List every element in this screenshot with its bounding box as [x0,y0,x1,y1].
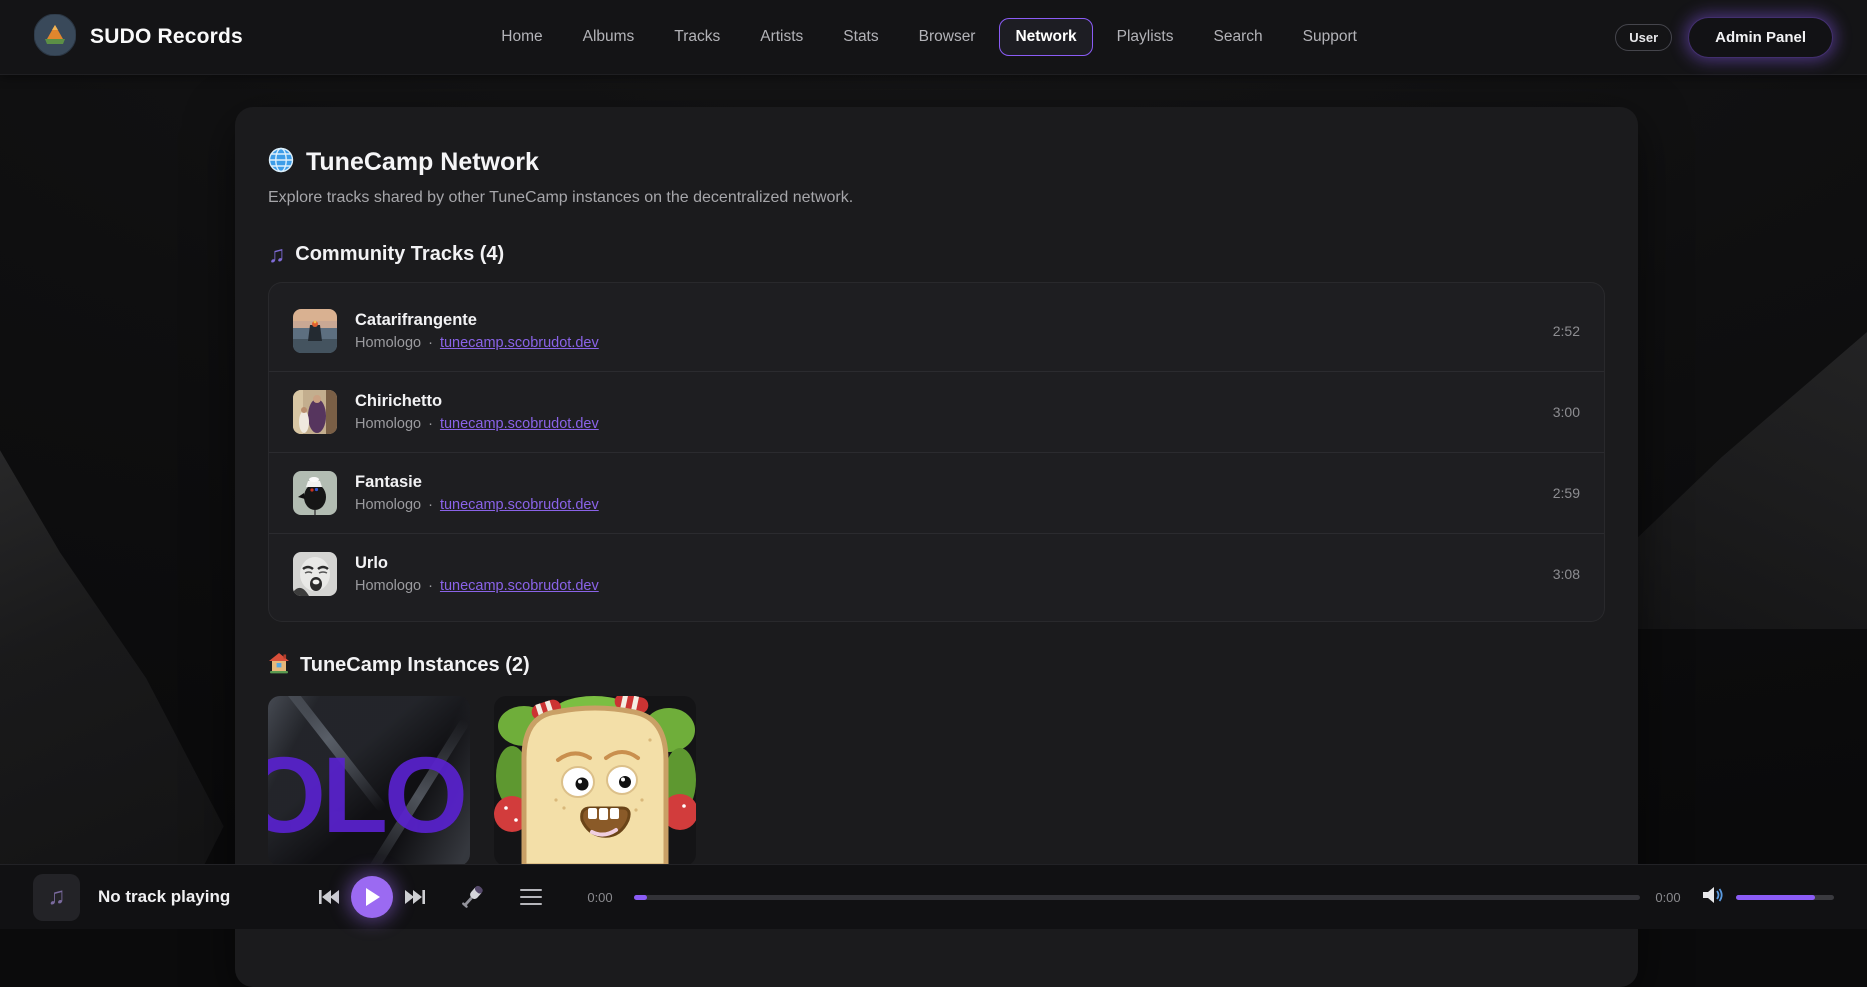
track-source-link[interactable]: tunecamp.scobrudot.dev [440,335,599,351]
track-artwork-church-icon [293,390,337,434]
brand[interactable]: SUDO Records [34,14,243,61]
track-row-urlo[interactable]: Urlo Homologo · tunecamp.scobrudot.dev 3:0… [269,533,1604,614]
instances-heading: TuneCamp Instances (2) [300,654,530,677]
track-row-fantasie[interactable]: Fantasie Homologo · tunecamp.scobrudot.dev… [269,452,1604,533]
track-source-link[interactable]: tunecamp.scobrudot.dev [440,497,599,513]
track-title: Chirichetto [355,392,1553,411]
top-navbar: SUDO Records Home Albums Tracks Artists … [0,0,1867,75]
track-meta: Catarifrangente Homologo · tunecamp.scobru… [355,311,1553,351]
nav-item-tracks[interactable]: Tracks [658,18,736,56]
volume-slider[interactable] [1736,895,1834,900]
seek-bar[interactable] [634,895,1640,900]
now-playing-status: No track playing [98,887,268,907]
queue-button[interactable] [520,889,542,906]
player-bar: ♫ No track playing [0,864,1867,929]
separator-dot: · [428,578,433,594]
track-title: Urlo [355,554,1553,573]
instance-artwork-homologo: OLO [268,696,470,866]
artwork-text: OLO [268,732,464,857]
separator-dot: · [428,416,433,432]
track-subtitle: Homologo · tunecamp.scobrudot.dev [355,578,1553,594]
seek-bar-fill [634,895,647,900]
globe-icon [268,147,294,178]
track-artist: Homologo [355,497,421,513]
track-source-link[interactable]: tunecamp.scobrudot.dev [440,416,599,432]
music-notes-icon: ♫ [268,243,285,266]
instance-grid: OLO [268,696,1605,866]
nav-item-support[interactable]: Support [1287,18,1373,56]
track-subtitle: Homologo · tunecamp.scobrudot.dev [355,497,1553,513]
total-time: 0:00 [1648,890,1688,905]
separator-dot: · [428,497,433,513]
network-page-card: TuneCamp Network Explore tracks shared b… [235,107,1638,987]
track-title: Fantasie [355,473,1553,492]
track-artist: Homologo [355,416,421,432]
volume-icon [1702,885,1724,910]
play-button[interactable] [351,876,393,918]
track-duration: 2:52 [1553,323,1580,339]
track-meta: Fantasie Homologo · tunecamp.scobrudot.dev [355,473,1553,513]
instances-header: TuneCamp Instances (2) [268,652,1605,679]
track-meta: Urlo Homologo · tunecamp.scobrudot.dev [355,554,1553,594]
track-row-chirichetto[interactable]: Chirichetto Homologo · tunecamp.scobrudot.… [269,371,1604,452]
page-title-row: TuneCamp Network [268,147,1605,178]
music-note-icon: ♫ [48,883,66,911]
nav-item-albums[interactable]: Albums [567,18,651,56]
navbar-right-group: User Admin Panel [1615,17,1833,58]
track-artwork-bird-icon [293,471,337,515]
track-duration: 3:08 [1553,566,1580,582]
nav-item-browser[interactable]: Browser [903,18,992,56]
now-playing-artwork: ♫ [33,874,80,921]
volume-slider-fill [1736,895,1815,900]
track-artwork-sea-icon [293,309,337,353]
user-badge[interactable]: User [1615,24,1672,51]
separator-dot: · [428,335,433,351]
page-title: TuneCamp Network [306,148,539,177]
admin-panel-button[interactable]: Admin Panel [1688,17,1833,58]
play-icon [363,887,381,907]
nav-item-playlists[interactable]: Playlists [1101,18,1190,56]
nav-item-network[interactable]: Network [999,18,1092,56]
current-time: 0:00 [580,890,620,905]
community-tracks-header: ♫ Community Tracks (4) [268,243,1605,266]
instance-card-sandwich[interactable] [494,696,696,866]
track-artist: Homologo [355,578,421,594]
page-subtitle: Explore tracks shared by other TuneCamp … [268,189,1605,207]
previous-track-button[interactable] [318,888,340,906]
track-subtitle: Homologo · tunecamp.scobrudot.dev [355,335,1553,351]
brand-name: SUDO Records [90,25,243,49]
house-icon [268,652,290,679]
track-artwork-scream-icon [293,552,337,596]
community-tracks-heading: Community Tracks (4) [295,243,504,266]
nav-item-home[interactable]: Home [485,18,558,56]
nav-item-stats[interactable]: Stats [827,18,894,56]
nav-item-artists[interactable]: Artists [744,18,819,56]
brand-logo-icon [34,14,76,61]
instance-card-homologo[interactable]: OLO [268,696,470,866]
track-row-catarifrangente[interactable]: Catarifrangente Homologo · tunecamp.scobru… [269,290,1604,371]
track-duration: 3:00 [1553,404,1580,420]
microphone-button[interactable] [458,883,486,911]
community-track-list: Catarifrangente Homologo · tunecamp.scobru… [268,282,1605,622]
track-duration: 2:59 [1553,485,1580,501]
main-nav: Home Albums Tracks Artists Stats Browser… [485,18,1373,56]
track-meta: Chirichetto Homologo · tunecamp.scobrudot.… [355,392,1553,432]
next-track-button[interactable] [404,888,426,906]
nav-item-search[interactable]: Search [1198,18,1279,56]
track-source-link[interactable]: tunecamp.scobrudot.dev [440,578,599,594]
track-artist: Homologo [355,335,421,351]
track-title: Catarifrangente [355,311,1553,330]
track-subtitle: Homologo · tunecamp.scobrudot.dev [355,416,1553,432]
